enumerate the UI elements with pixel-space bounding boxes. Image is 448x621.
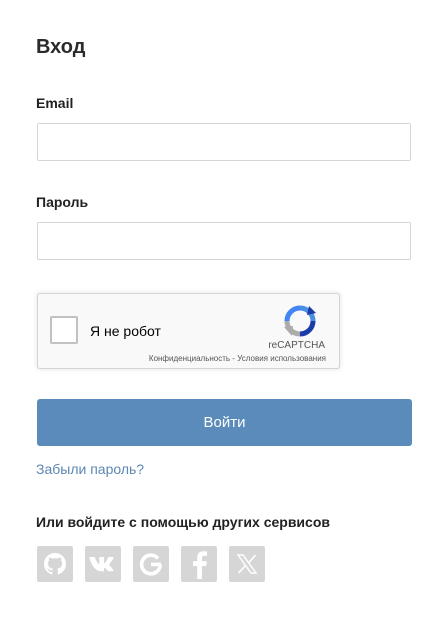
forgot-password-link[interactable]: Забыли пароль? xyxy=(36,461,144,477)
x-login-button[interactable] xyxy=(229,546,265,582)
social-login-title: Или войдите с помощью других сервисов xyxy=(36,514,330,530)
recaptcha-terms-link[interactable]: Условия использования xyxy=(237,354,326,363)
github-login-button[interactable] xyxy=(37,546,73,582)
email-field[interactable] xyxy=(37,123,411,161)
recaptcha-brand: reCAPTCHA xyxy=(268,340,325,351)
x-icon xyxy=(236,554,258,574)
recaptcha-checkbox[interactable] xyxy=(50,316,78,344)
password-label: Пароль xyxy=(36,194,89,210)
email-label: Email xyxy=(36,95,74,111)
login-button[interactable]: Войти xyxy=(37,399,412,446)
google-login-button[interactable] xyxy=(133,546,169,582)
vk-icon xyxy=(89,557,114,572)
recaptcha-logo-icon xyxy=(284,305,316,337)
password-field[interactable] xyxy=(37,222,411,260)
facebook-login-button[interactable] xyxy=(181,546,217,582)
page-title: Вход xyxy=(36,36,86,58)
vk-login-button[interactable] xyxy=(85,546,121,582)
github-icon xyxy=(44,553,66,575)
recaptcha-label: Я не робот xyxy=(90,323,161,339)
google-icon xyxy=(139,553,162,576)
login-page: Вход Email Пароль Я не робот reCAPTCHA К… xyxy=(0,0,448,621)
facebook-icon xyxy=(193,551,207,579)
recaptcha-widget: Я не робот reCAPTCHA Конфиденциальность … xyxy=(37,293,340,369)
recaptcha-terms: Конфиденциальность - Условия использован… xyxy=(149,354,326,363)
recaptcha-separator: - xyxy=(232,354,235,363)
recaptcha-privacy-link[interactable]: Конфиденциальность xyxy=(149,354,230,363)
